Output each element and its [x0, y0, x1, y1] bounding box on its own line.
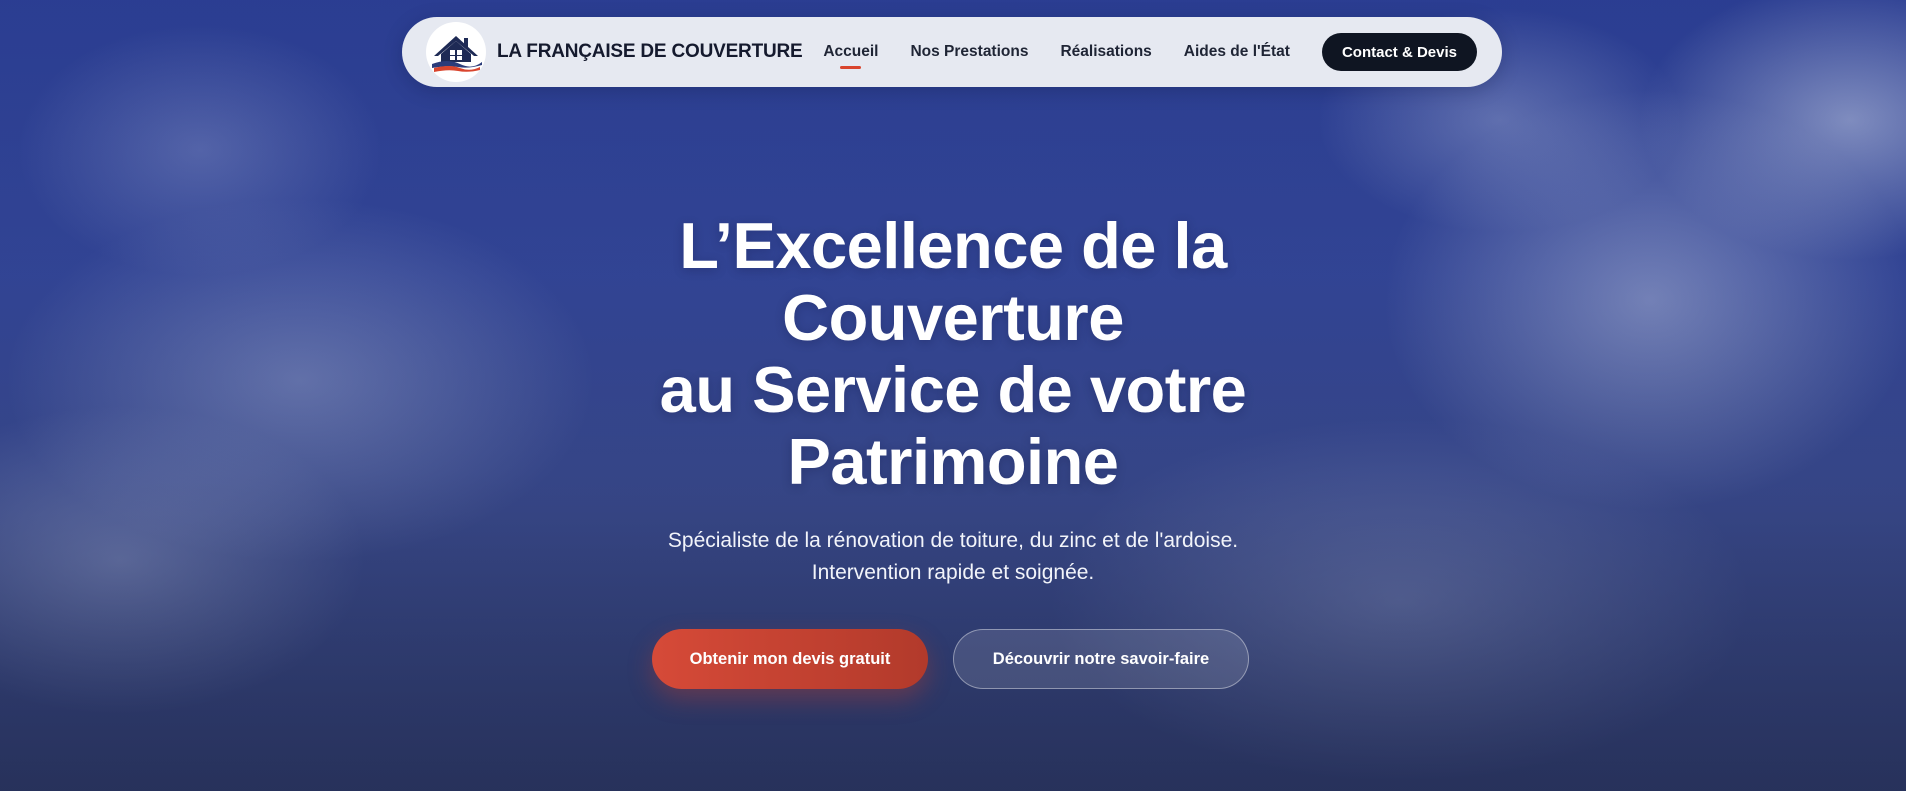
- hero-subtitle-line: Spécialiste de la rénovation de toiture,…: [667, 529, 1239, 552]
- contact-devis-button[interactable]: Contact & Devis: [1321, 33, 1477, 71]
- hero-buttons: Obtenir mon devis gratuit Découvrir notr…: [0, 629, 1906, 689]
- hero-subtitle-line: Intervention rapide et soignée.: [811, 561, 1095, 584]
- nav-item-prestations[interactable]: Nos Prestations: [910, 43, 1028, 61]
- nav-item-accueil[interactable]: Accueil: [823, 43, 878, 69]
- discover-expertise-button[interactable]: Découvrir notre savoir-faire: [953, 629, 1249, 689]
- hero-title-line: Couverture: [782, 281, 1124, 354]
- nav-links: Accueil Nos Prestations Réalisations Aid…: [823, 33, 1477, 71]
- hero-title-line: au Service de votre: [659, 353, 1247, 426]
- nav-item-realisations[interactable]: Réalisations: [1060, 43, 1151, 61]
- hero-subtitle: Spécialiste de la rénovation de toiture,…: [0, 525, 1906, 589]
- hero-section: L’Excellence de la Couverture au Service…: [0, 210, 1906, 689]
- hero-title-line: Patrimoine: [787, 425, 1119, 498]
- hero-title: L’Excellence de la Couverture au Service…: [0, 210, 1906, 498]
- hero-title-line: L’Excellence de la: [679, 209, 1227, 282]
- get-free-quote-button[interactable]: Obtenir mon devis gratuit: [652, 629, 928, 689]
- main-navbar: LA FRANÇAISE DE COUVERTURE Accueil Nos P…: [402, 17, 1502, 87]
- nav-item-aides-etat[interactable]: Aides de l'État: [1184, 43, 1290, 61]
- brand-logo[interactable]: [426, 22, 486, 82]
- house-roof-logo-icon: [432, 36, 482, 72]
- brand-name[interactable]: LA FRANÇAISE DE COUVERTURE: [497, 41, 803, 63]
